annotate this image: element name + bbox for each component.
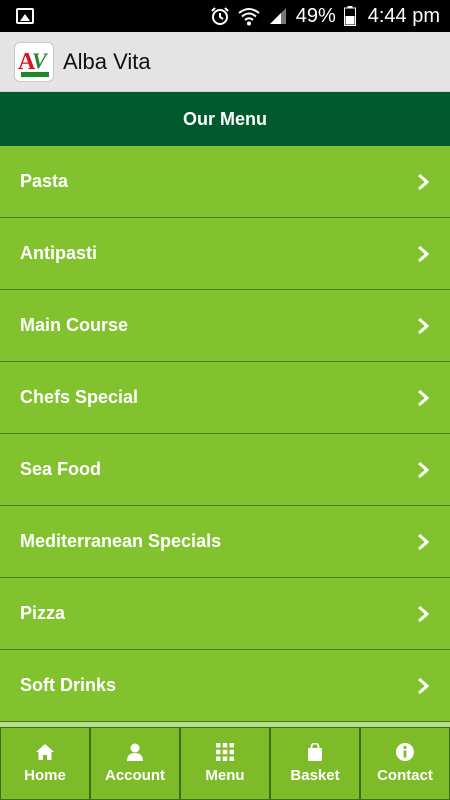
status-bar: 49% 4:44 pm xyxy=(0,0,450,32)
nav-account-label: Account xyxy=(105,767,165,784)
chevron-right-icon xyxy=(418,677,430,694)
battery-percent: 49% xyxy=(295,4,336,27)
chevron-right-icon xyxy=(418,389,430,406)
nav-menu-label: Menu xyxy=(205,767,245,784)
chevron-right-icon xyxy=(418,245,430,262)
menu-item-main-course[interactable]: Main Course xyxy=(0,290,450,362)
menu-item-label: Pizza xyxy=(20,603,66,623)
bottom-nav: Home Account Menu Basket Contact xyxy=(0,727,450,800)
alarm-icon xyxy=(210,7,229,25)
menu-item-pizza[interactable]: Pizza xyxy=(0,578,450,650)
nav-basket-label: Basket xyxy=(290,767,340,784)
menu-item-label: Sea Food xyxy=(20,459,102,479)
menu-item-pasta[interactable]: Pasta xyxy=(0,146,450,218)
battery-icon xyxy=(343,6,356,26)
chevron-right-icon xyxy=(418,533,430,550)
nav-home[interactable]: Home xyxy=(0,727,90,800)
chevron-right-icon xyxy=(418,317,430,334)
nav-account[interactable]: Account xyxy=(90,727,180,800)
menu-item-label: Pasta xyxy=(20,171,69,191)
menu-item-sea-food[interactable]: Sea Food xyxy=(0,434,450,506)
menu-item-antipasti[interactable]: Antipasti xyxy=(0,218,450,290)
menu-item-label: Antipasti xyxy=(20,243,98,263)
menu-item-label: Mediterranean Specials xyxy=(20,531,222,551)
page-title: Our Menu xyxy=(0,92,450,146)
app-bar: A V Alba Vita xyxy=(0,32,450,92)
home-icon xyxy=(36,744,54,760)
bag-icon xyxy=(308,743,322,761)
menu-category-list: Pasta Antipasti Main Course Chefs Specia… xyxy=(0,146,450,722)
menu-item-soft-drinks[interactable]: Soft Drinks xyxy=(0,650,450,722)
nav-contact-label: Contact xyxy=(377,767,433,784)
menu-item-chefs-special[interactable]: Chefs Special xyxy=(0,362,450,434)
svg-text:V: V xyxy=(32,48,49,73)
nav-basket[interactable]: Basket xyxy=(270,727,360,800)
chevron-right-icon xyxy=(418,173,430,190)
chevron-right-icon xyxy=(418,605,430,622)
nav-contact[interactable]: Contact xyxy=(360,727,450,800)
wifi-icon xyxy=(238,8,260,26)
menu-item-label: Chefs Special xyxy=(20,387,139,407)
grid-icon xyxy=(216,743,234,761)
nav-menu[interactable]: Menu xyxy=(180,727,270,800)
menu-item-label: Soft Drinks xyxy=(20,675,117,695)
nav-home-label: Home xyxy=(24,767,66,784)
signal-icon xyxy=(269,8,286,24)
app-logo: A V xyxy=(14,41,54,82)
menu-item-label: Main Course xyxy=(20,315,129,335)
info-icon xyxy=(396,743,414,761)
menu-item-mediterranean-specials[interactable]: Mediterranean Specials xyxy=(0,506,450,578)
chevron-right-icon xyxy=(418,461,430,478)
gallery-notification-icon xyxy=(16,8,34,24)
clock: 4:44 pm xyxy=(367,4,440,27)
app-title: Alba Vita xyxy=(63,48,151,74)
user-icon xyxy=(127,743,143,761)
